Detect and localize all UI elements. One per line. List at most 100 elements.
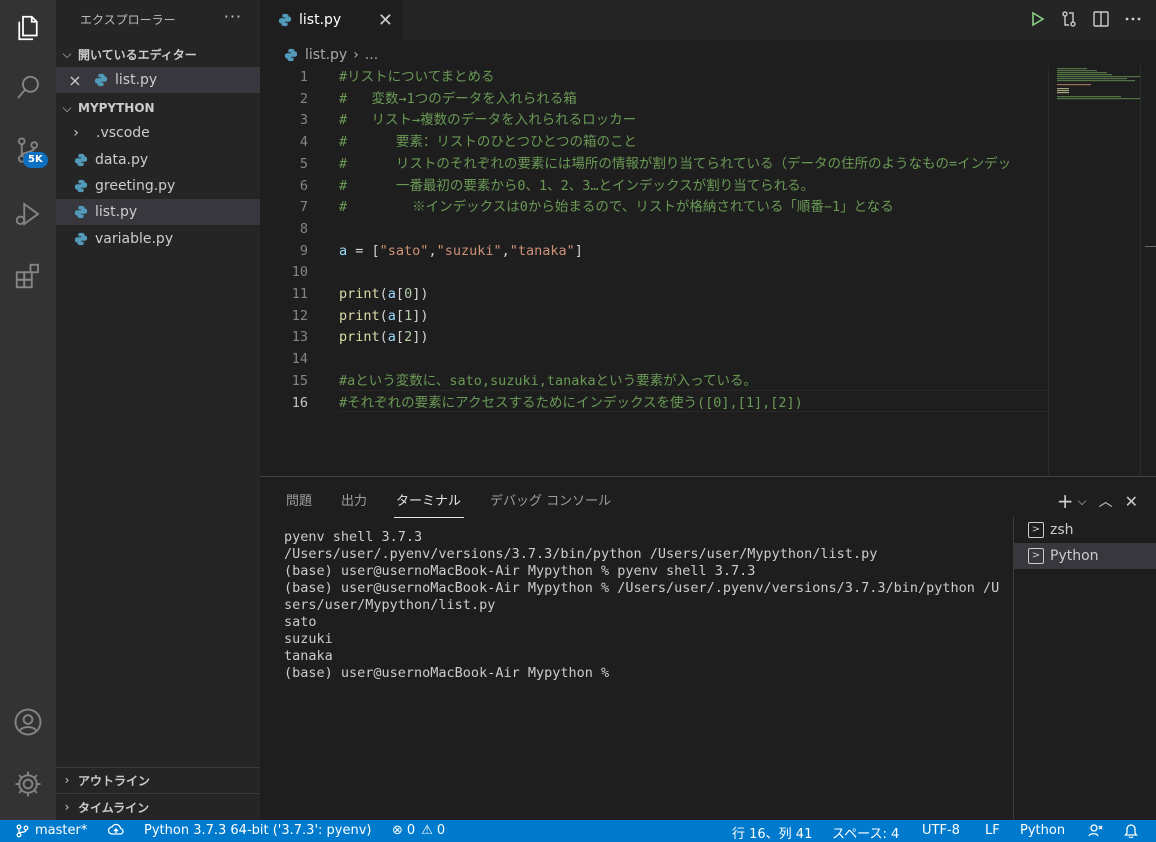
open-editors-section[interactable]: ⌵ 開いているエディター bbox=[56, 42, 260, 66]
line-number: 1 bbox=[299, 69, 308, 85]
activity-bar: 5K bbox=[0, 0, 56, 820]
code-line[interactable]: 5 # リストのそれぞれの要素には場所の情報が割り当てられている（データの住所のよ… bbox=[260, 153, 1048, 175]
run-file-icon[interactable] bbox=[1028, 10, 1046, 28]
code-line[interactable]: 9 a = ["sato","suzuki","tanaka"] bbox=[260, 240, 1048, 262]
tab-terminal[interactable]: ターミナル bbox=[396, 490, 461, 509]
tab-output[interactable]: 出力 bbox=[341, 490, 367, 509]
code-line[interactable]: 3 # リスト→複数のデータを入れられるロッカー bbox=[260, 109, 1048, 131]
code-line[interactable]: 10 bbox=[260, 261, 1048, 283]
feedback-icon[interactable] bbox=[1088, 823, 1104, 837]
line-number: 10 bbox=[291, 264, 308, 281]
panel-actions: + ⌵ ︿ ✕ bbox=[1057, 489, 1138, 513]
line-number: 16 bbox=[291, 394, 308, 411]
status-cursor-position[interactable]: 行 16、列 41 bbox=[732, 823, 812, 842]
line-number: 14 bbox=[291, 351, 308, 368]
settings-gear-icon[interactable] bbox=[0, 760, 56, 808]
new-terminal-icon[interactable]: + bbox=[1057, 489, 1074, 513]
terminal-line: (base) user@usernoMacBook-Air Mypython %… bbox=[284, 580, 1000, 596]
tab-debug-console[interactable]: デバッグ コンソール bbox=[490, 490, 611, 509]
status-encoding[interactable]: UTF-8 bbox=[922, 823, 960, 838]
code-text: # ※インデックスは0から始まるので、リストが格納されている「順番−1」となる bbox=[339, 199, 894, 216]
tab-problems[interactable]: 問題 bbox=[286, 490, 312, 509]
line-number: 13 bbox=[291, 329, 308, 346]
active-tab-indicator bbox=[394, 517, 464, 518]
minimap[interactable] bbox=[1048, 66, 1141, 476]
maximize-panel-icon[interactable]: ︿ bbox=[1099, 491, 1113, 511]
status-indentation[interactable]: スペース: 4 bbox=[832, 823, 899, 842]
split-editor-icon[interactable] bbox=[1092, 10, 1110, 28]
outline-section[interactable]: › アウトライン bbox=[56, 768, 260, 792]
sync-icon[interactable] bbox=[108, 823, 124, 837]
line-number: 11 bbox=[291, 286, 308, 302]
editor-scrollbar[interactable] bbox=[1140, 66, 1156, 476]
status-language[interactable]: Python bbox=[1020, 823, 1065, 838]
explorer-sidebar: エクスプローラー ··· ⌵ 開いているエディター × list.py ⌵ MY… bbox=[56, 0, 260, 820]
code-line[interactable]: 6 # 一番最初の要素から0、1、2、3…とインデックスが割り当てられる。 bbox=[260, 175, 1048, 197]
account-icon[interactable] bbox=[0, 698, 56, 746]
status-branch[interactable]: master* bbox=[16, 823, 87, 838]
tree-item-variable-py[interactable]: variable.py bbox=[56, 226, 260, 252]
terminal-output[interactable]: pyenv shell 3.7.3/Users/user/.pyenv/vers… bbox=[284, 529, 1004, 682]
code-text: #aという変数に、sato,suzuki,tanakaという要素が入っている。 bbox=[339, 372, 757, 389]
code-line[interactable]: 2 # 変数→1つのデータを入れられる箱 bbox=[260, 88, 1048, 110]
scm-badge: 5K bbox=[23, 152, 48, 168]
code-text: # 要素：リストのひとつひとつの箱のこと bbox=[339, 134, 638, 151]
terminal-line: (base) user@usernoMacBook-Air Mypython %… bbox=[284, 563, 756, 579]
terminal-item-zsh[interactable]: > zsh bbox=[1014, 517, 1156, 543]
code-line[interactable]: 11 print(a[0]) bbox=[260, 283, 1048, 305]
code-editor[interactable]: 1 #リストについてまとめる 2 # 変数→1つのデータを入れられる箱 3 # リスト→複… bbox=[260, 66, 1048, 476]
chevron-down-icon: ⌵ bbox=[62, 100, 72, 115]
breadcrumb-rest[interactable]: ... bbox=[365, 47, 378, 63]
code-line[interactable]: 13 print(a[2]) bbox=[260, 326, 1048, 348]
code-text: #リストについてまとめる bbox=[339, 69, 495, 85]
compare-changes-icon[interactable] bbox=[1060, 10, 1078, 28]
chevron-down-icon[interactable]: ⌵ bbox=[1077, 494, 1086, 509]
breadcrumb-file[interactable]: list.py bbox=[305, 47, 347, 63]
search-icon[interactable] bbox=[0, 64, 56, 112]
warning-count: 0 bbox=[436, 823, 446, 838]
branch-label: master* bbox=[35, 823, 88, 838]
code-line[interactable]: 1 #リストについてまとめる bbox=[260, 66, 1048, 88]
tree-item-label: variable.py bbox=[95, 231, 174, 247]
status-eol[interactable]: LF bbox=[985, 823, 1000, 838]
code-line[interactable]: 12 print(a[1]) bbox=[260, 305, 1048, 327]
code-text: # リストのそれぞれの要素には場所の情報が割り当てられている（データの住所のよう… bbox=[339, 155, 1012, 172]
tree-item-vscode[interactable]: › .vscode bbox=[56, 120, 260, 146]
status-problems[interactable]: ⊗ 0 ⚠ 0 bbox=[392, 823, 445, 838]
terminal-item-python[interactable]: > Python bbox=[1014, 543, 1156, 569]
code-line[interactable]: 7 # ※インデックスは0から始まるので、リストが格納されている「順番−1」となる bbox=[260, 196, 1048, 218]
timeline-section[interactable]: › タイムライン bbox=[56, 795, 260, 819]
tab-list-py[interactable]: list.py ✕ bbox=[260, 0, 403, 40]
project-section[interactable]: ⌵ MYPYTHON bbox=[56, 96, 260, 120]
tree-item-list-py[interactable]: list.py bbox=[56, 199, 260, 225]
close-panel-icon[interactable]: ✕ bbox=[1125, 492, 1138, 511]
code-text: # 一番最初の要素から0、1、2、3…とインデックスが割り当てられる。 bbox=[339, 177, 815, 194]
notifications-bell-icon[interactable] bbox=[1124, 823, 1138, 838]
explorer-icon[interactable] bbox=[0, 4, 56, 52]
code-line[interactable]: 4 # 要素：リストのひとつひとつの箱のこと bbox=[260, 131, 1048, 153]
code-text: # リスト→複数のデータを入れられるロッカー bbox=[339, 112, 637, 129]
code-line[interactable]: 16 #それぞれの要素にアクセスするためにインデックスを使う([0],[1],[2… bbox=[260, 392, 1048, 414]
tree-item-greeting-py[interactable]: greeting.py bbox=[56, 173, 260, 199]
code-line[interactable]: 14 bbox=[260, 348, 1048, 370]
chevron-right-icon: › bbox=[64, 800, 70, 814]
more-actions-icon[interactable] bbox=[1124, 10, 1142, 28]
more-actions-icon[interactable]: ··· bbox=[224, 7, 242, 26]
extensions-icon[interactable] bbox=[0, 252, 56, 300]
run-debug-icon[interactable] bbox=[0, 190, 56, 238]
code-text: #それぞれの要素にアクセスするためにインデックスを使う([0],[1],[2]) bbox=[339, 394, 803, 411]
close-icon[interactable]: × bbox=[56, 71, 94, 90]
tab-close-icon[interactable]: ✕ bbox=[378, 10, 393, 31]
tab-label: list.py bbox=[299, 12, 342, 28]
python-file-icon bbox=[278, 13, 292, 27]
tree-item-data-py[interactable]: data.py bbox=[56, 147, 260, 173]
open-editor-item[interactable]: × list.py bbox=[56, 67, 260, 93]
status-interpreter[interactable]: Python 3.7.3 64-bit ('3.7.3': pyenv) bbox=[144, 823, 372, 838]
tree-item-label: .vscode bbox=[96, 125, 150, 141]
python-file-icon bbox=[74, 153, 88, 167]
code-line[interactable]: 8 bbox=[260, 218, 1048, 240]
terminal-line: suzuki bbox=[284, 631, 333, 647]
code-line[interactable]: 15 #aという変数に、sato,suzuki,tanakaという要素が入っている… bbox=[260, 370, 1048, 392]
git-branch-icon bbox=[16, 824, 29, 837]
terminal-line: (base) user@usernoMacBook-Air Mypython % bbox=[284, 665, 618, 681]
